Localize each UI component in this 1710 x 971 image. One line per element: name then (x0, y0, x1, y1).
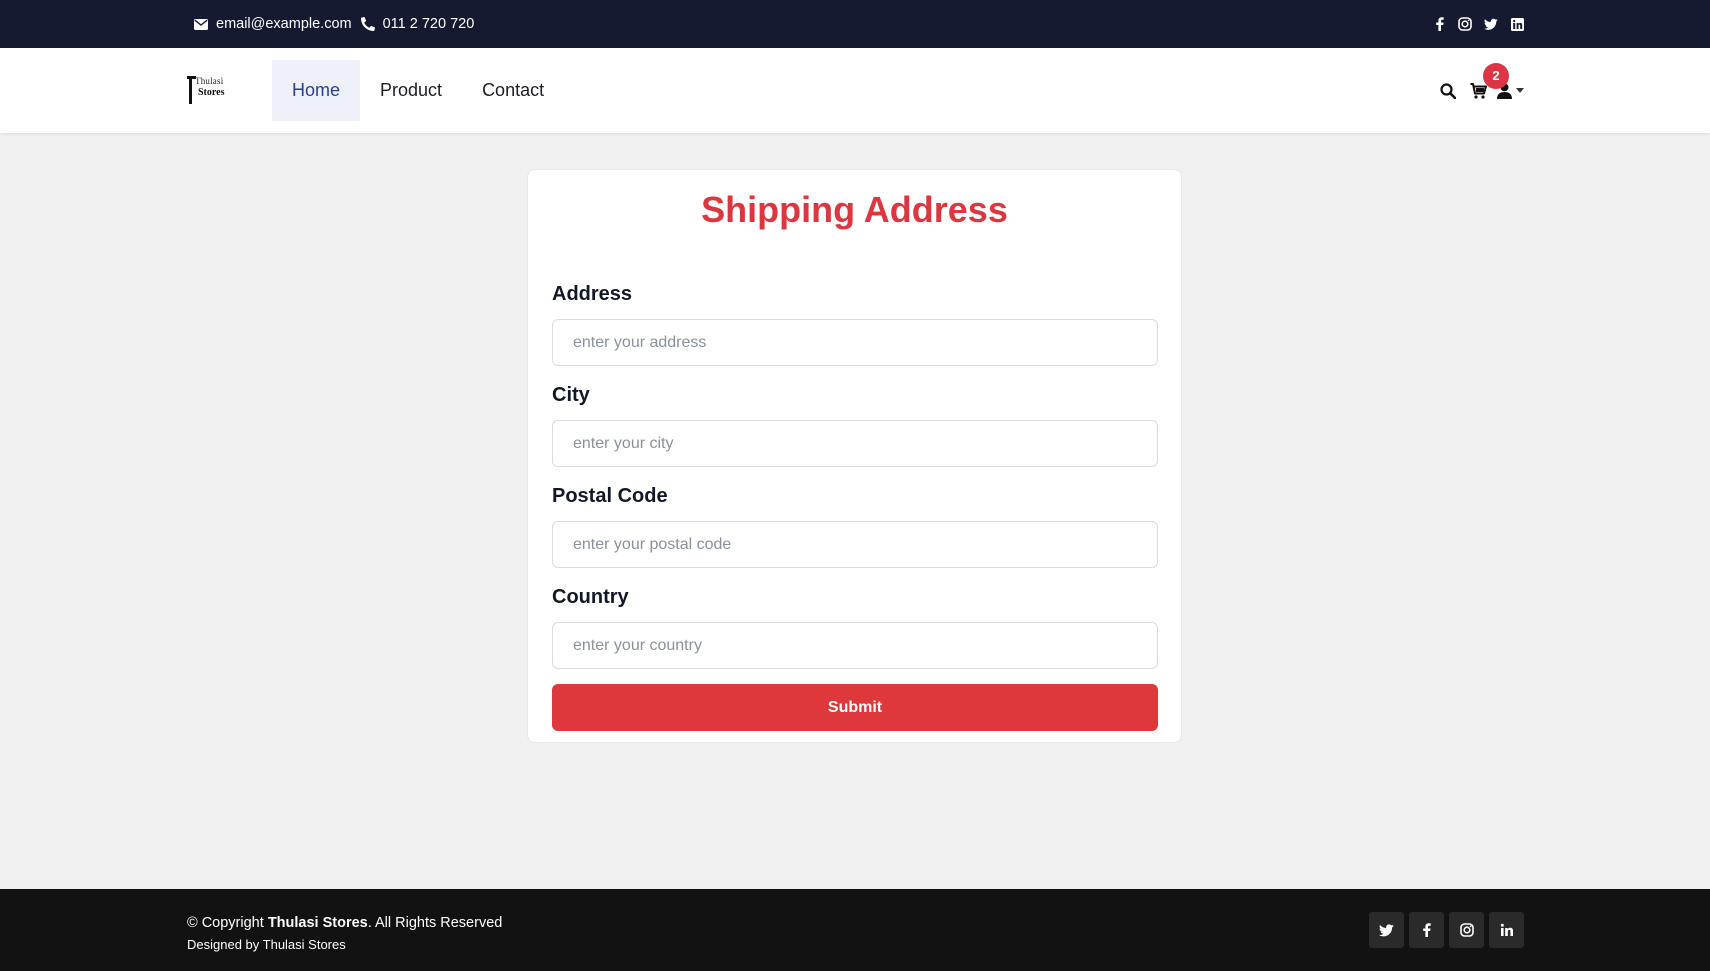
address-label: Address (552, 283, 633, 305)
logo-line-2: Stores (198, 86, 225, 98)
nav-links: Home Product Contact (272, 48, 564, 133)
store-logo[interactable]: Thulasi Stores (187, 71, 237, 111)
phone-icon (360, 17, 375, 31)
nav-actions: 2 (1440, 62, 1524, 99)
email-text: email@example.com (216, 16, 352, 32)
footer-text: © Copyright Thulasi Stores. All Rights R… (187, 909, 502, 952)
postal-code-input[interactable] (552, 521, 1158, 568)
postal-code-label: Postal Code (552, 485, 668, 507)
facebook-icon[interactable] (1432, 17, 1446, 31)
address-input[interactable] (552, 319, 1158, 366)
copyright-line: © Copyright Thulasi Stores. All Rights R… (187, 909, 502, 937)
twitter-icon[interactable] (1484, 17, 1498, 31)
copyright-prefix: © Copyright (187, 914, 268, 931)
search-icon[interactable] (1440, 82, 1456, 99)
nav-link-home[interactable]: Home (272, 60, 361, 121)
copyright-suffix: . All Rights Reserved (367, 914, 503, 931)
cart-button[interactable]: 2 (1470, 62, 1509, 99)
main-navbar: Thulasi Stores Home Product Contact 2 (0, 48, 1710, 133)
page-title: Shipping Address (701, 189, 1008, 230)
logo-mark-stem (189, 75, 192, 104)
country-label: Country (552, 586, 629, 608)
envelope-icon (194, 18, 208, 30)
cart-count-badge: 2 (1483, 62, 1509, 89)
linkedin-icon (1500, 923, 1513, 936)
top-bar: email@example.com 011 2 720 720 (0, 0, 1710, 48)
nav-link-contact[interactable]: Contact (462, 60, 564, 121)
city-input[interactable] (552, 420, 1158, 467)
phone-text: 011 2 720 720 (382, 16, 475, 32)
submit-button[interactable]: Submit (552, 684, 1158, 731)
shipping-form: Address City Postal Code Country Submit (552, 280, 1158, 731)
address-group: Address (552, 280, 1158, 381)
twitter-icon (1379, 923, 1394, 936)
site-footer: © Copyright Thulasi Stores. All Rights R… (0, 889, 1710, 971)
footer-twitter-button[interactable] (1369, 912, 1404, 948)
logo-line-1: Thulasi (195, 75, 224, 86)
city-group: City (552, 381, 1158, 482)
linkedin-icon[interactable] (1510, 17, 1524, 31)
instagram-icon[interactable] (1458, 17, 1472, 31)
top-social-links (1432, 17, 1524, 31)
footer-linkedin-button[interactable] (1489, 912, 1524, 948)
facebook-icon (1423, 923, 1431, 937)
designed-by: Designed by Thulasi Stores (187, 936, 346, 952)
country-input[interactable] (552, 622, 1158, 669)
copyright-brand: Thulasi Stores (267, 914, 368, 931)
shipping-address-card: Shipping Address Address City Postal Cod… (527, 169, 1182, 743)
nav-link-product[interactable]: Product (360, 60, 462, 121)
postal-code-group: Postal Code (552, 482, 1158, 583)
cart-icon (1470, 82, 1487, 99)
phone-contact[interactable]: 011 2 720 720 (360, 16, 475, 32)
footer-instagram-button[interactable] (1449, 912, 1484, 948)
instagram-icon (1459, 923, 1474, 937)
footer-facebook-button[interactable] (1409, 912, 1444, 948)
footer-social-links (1369, 912, 1524, 948)
city-label: City (552, 384, 590, 406)
contact-info: email@example.com 011 2 720 720 (194, 16, 483, 32)
country-group: Country (552, 583, 1158, 684)
caret-down-icon (1516, 88, 1524, 93)
email-contact[interactable]: email@example.com (194, 16, 352, 32)
